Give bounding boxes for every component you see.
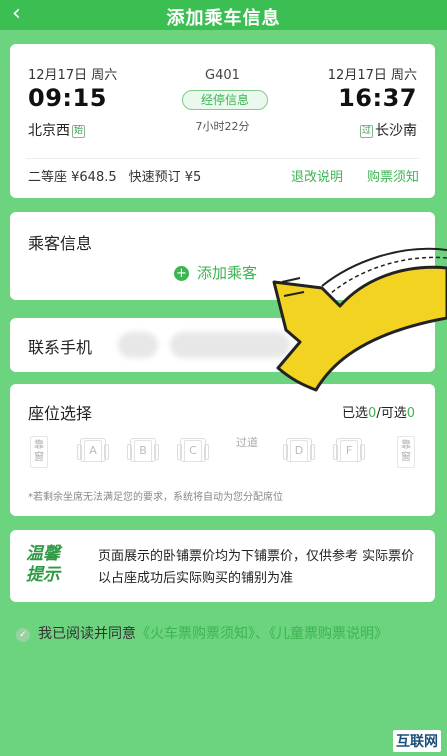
seat-d[interactable]: D (283, 438, 315, 462)
agreement-separator: 、 (255, 626, 269, 642)
agree-check-icon[interactable]: ✓ (16, 628, 30, 642)
train-ticket-notice-link[interactable]: 《火车票购票须知》 (136, 626, 255, 642)
agreement-prefix: 我已阅读并同意 (38, 626, 136, 642)
tip-card: 温馨提示 页面展示的卧铺票价均为下铺票价，仅供参考 实际票价以占座成功后实际购买… (10, 530, 435, 602)
seat-b-label: B (134, 440, 152, 462)
phone-number-field[interactable] (170, 332, 290, 358)
refund-rules-link[interactable]: 退改说明 (291, 166, 343, 185)
seat-a[interactable]: A (77, 438, 109, 462)
agreement-line: ✓ 我已阅读并同意《火车票购票须知》、《儿童票购票说明》 (16, 622, 436, 646)
add-passenger-label: 添加乘客 (197, 264, 258, 282)
available-count: 0 (406, 406, 415, 421)
watermark: 互联网 (393, 730, 441, 752)
arrive-tag: 过 (359, 125, 373, 138)
seat-c[interactable]: C (177, 438, 209, 462)
fast-booking-fee: 快速预订 ¥5 (128, 170, 202, 185)
aisle-label: 过道 (236, 436, 258, 449)
available-label: /可选 (376, 406, 407, 421)
arrive-date: 12月17日 周六 (327, 68, 417, 83)
add-passenger-button[interactable]: + 添加乘客 (174, 262, 257, 283)
seat-f-label: F (340, 440, 358, 462)
seat-d-label: D (290, 440, 308, 462)
contact-card: 联系手机 (10, 318, 435, 372)
seat-price: 二等座 ¥648.5 (28, 170, 117, 185)
seat-a-label: A (84, 440, 102, 462)
page-title: 添加乘车信息 (166, 8, 281, 29)
seat-f[interactable]: F (333, 438, 365, 462)
window-label-left: 靠窗 (30, 436, 48, 468)
tip-text: 页面展示的卧铺票价均为下铺票价，仅供参考 实际票价以占座成功后实际购买的铺别为准 (98, 549, 415, 586)
arrive-time: 16:37 (338, 84, 417, 112)
contact-section-title: 联系手机 (28, 338, 93, 357)
trip-card: 12月17日 周六 09:15 北京西始 G401 经停信息 7小时22分 12… (10, 44, 435, 198)
plus-icon: + (174, 266, 189, 281)
depart-time: 09:15 (28, 84, 107, 112)
arrive-station-name: 长沙南 (375, 123, 417, 139)
price-info: 二等座 ¥648.5 快速预订 ¥5 (28, 166, 201, 185)
divider (26, 158, 419, 159)
tip-badge: 温馨提示 (26, 544, 60, 585)
seat-c-label: C (184, 440, 202, 462)
selected-label: 已选 (342, 406, 369, 421)
seat-card: 座位选择 已选0/可选0 靠窗 A B C 过道 D F 靠窗 *若剩余坐席无法… (10, 384, 435, 516)
seat-b[interactable]: B (127, 438, 159, 462)
stops-info-button[interactable]: 经停信息 (182, 90, 268, 110)
child-ticket-notice-link[interactable]: 《儿童票购票说明》 (269, 626, 388, 642)
phone-blurred-prefix (118, 332, 158, 358)
arrive-station: 过长沙南 (358, 120, 417, 140)
window-label-right: 靠窗 (397, 436, 415, 468)
passenger-card: 乘客信息 + 添加乘客 (10, 212, 435, 300)
seat-section-title: 座位选择 (28, 404, 93, 423)
ticket-notice-link[interactable]: 购票须知 (367, 166, 419, 185)
seat-selection-count: 已选0/可选0 (342, 402, 415, 421)
seat-assignment-note: *若剩余坐席无法满足您的要求，系统将自动为您分配席位 (28, 492, 283, 503)
app-header: ‹ 添加乘车信息 (0, 0, 447, 30)
passenger-section-title: 乘客信息 (28, 234, 93, 253)
